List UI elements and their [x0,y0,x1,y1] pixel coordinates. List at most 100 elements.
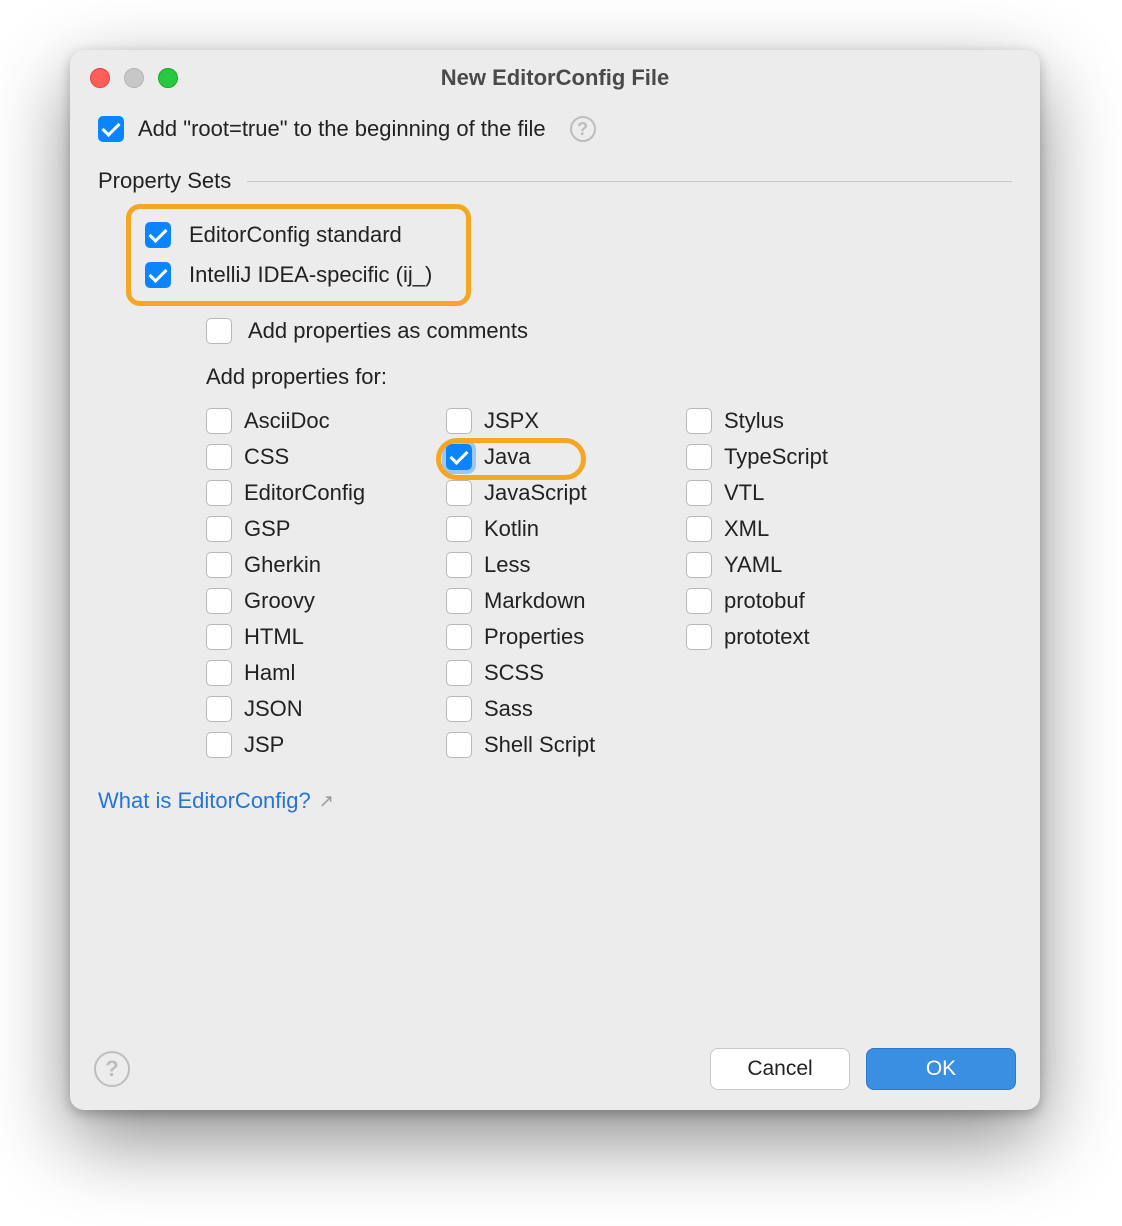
lang-editorconfig: EditorConfig [206,480,446,506]
what-is-editorconfig-link[interactable]: What is EditorConfig? ↗ [98,788,334,814]
checkbox-markdown[interactable] [446,588,472,614]
checkbox-javascript[interactable] [446,480,472,506]
lang-kotlin: Kotlin [446,516,686,542]
language-grid: AsciiDoc JSPX Stylus CSS Java TypeScript Edito… [206,408,1012,758]
lang-html: HTML [206,624,446,650]
lang-label: HTML [244,624,304,650]
checkbox-haml[interactable] [206,660,232,686]
checkbox-protobuf[interactable] [686,588,712,614]
lang-haml: Haml [206,660,446,686]
checkbox-editorconfig[interactable] [206,480,232,506]
footer-help-icon[interactable]: ? [94,1051,130,1087]
divider [247,181,1012,182]
lang-markdown: Markdown [446,588,686,614]
lang-label: Shell Script [484,732,595,758]
lang-prototext: prototext [686,624,926,650]
lang-label: JSP [244,732,284,758]
lang-shell-script: Shell Script [446,732,686,758]
lang-stylus: Stylus [686,408,926,434]
lang-xml: XML [686,516,926,542]
checkbox-stylus[interactable] [686,408,712,434]
checkbox-scss[interactable] [446,660,472,686]
section-label: Property Sets [98,168,231,194]
lang-json: JSON [206,696,446,722]
propset-editorconfig-standard: EditorConfig standard [141,215,436,255]
checkbox-editorconfig-standard[interactable] [145,222,171,248]
checkbox-groovy[interactable] [206,588,232,614]
lang-vtl: VTL [686,480,926,506]
lang-label: JSPX [484,408,539,434]
lang-gherkin: Gherkin [206,552,446,578]
lang-label: XML [724,516,769,542]
checkbox-json[interactable] [206,696,232,722]
cancel-button[interactable]: Cancel [710,1048,850,1090]
checkbox-yaml[interactable] [686,552,712,578]
checkbox-intellij-specific[interactable] [145,262,171,288]
property-sets-highlight: EditorConfig standard IntelliJ IDEA-spec… [126,204,471,306]
checkbox-gherkin[interactable] [206,552,232,578]
checkbox-typescript[interactable] [686,444,712,470]
lang-label: EditorConfig [244,480,365,506]
checkbox-as-comments[interactable] [206,318,232,344]
lang-label: YAML [724,552,782,578]
lang-yaml: YAML [686,552,926,578]
checkbox-sass[interactable] [446,696,472,722]
zoom-icon[interactable] [158,68,178,88]
link-text: What is EditorConfig? [98,788,311,814]
dialog: New EditorConfig File Add "root=true" to… [70,50,1040,1110]
lang-jsp: JSP [206,732,446,758]
checkbox-shell-script[interactable] [446,732,472,758]
titlebar: New EditorConfig File [70,50,1040,106]
checkbox-prototext[interactable] [686,624,712,650]
lang-label: protobuf [724,588,805,614]
checkbox-html[interactable] [206,624,232,650]
dialog-footer: ? Cancel OK [94,1048,1016,1090]
checkbox-css[interactable] [206,444,232,470]
property-sets-header: Property Sets [98,168,1012,194]
lang-label: Gherkin [244,552,321,578]
propset-label: IntelliJ IDEA-specific (ij_) [189,262,432,288]
as-comments-row: Add properties as comments [206,318,1012,344]
close-icon[interactable] [90,68,110,88]
lang-java: Java [446,444,686,470]
as-comments-label: Add properties as comments [248,318,528,344]
lang-gsp: GSP [206,516,446,542]
dialog-body: Add "root=true" to the beginning of the … [70,106,1040,814]
propset-label: EditorConfig standard [189,222,402,248]
checkbox-java[interactable] [446,444,472,470]
lang-asciidoc: AsciiDoc [206,408,446,434]
lang-label: GSP [244,516,290,542]
lang-label: Stylus [724,408,784,434]
root-checkbox-label: Add "root=true" to the beginning of the … [138,116,546,142]
checkbox-properties[interactable] [446,624,472,650]
lang-less: Less [446,552,686,578]
checkbox-less[interactable] [446,552,472,578]
checkbox-xml[interactable] [686,516,712,542]
checkbox-gsp[interactable] [206,516,232,542]
lang-css: CSS [206,444,446,470]
lang-empty [686,732,926,758]
propset-intellij-specific: IntelliJ IDEA-specific (ij_) [141,255,436,295]
checkbox-jsp[interactable] [206,732,232,758]
checkbox-asciidoc[interactable] [206,408,232,434]
external-link-icon: ↗ [319,791,334,812]
root-checkbox[interactable] [98,116,124,142]
lang-label: Haml [244,660,295,686]
lang-properties: Properties [446,624,686,650]
help-icon[interactable]: ? [570,116,596,142]
ok-button[interactable]: OK [866,1048,1016,1090]
lang-label: Kotlin [484,516,539,542]
lang-label: Markdown [484,588,585,614]
lang-javascript: JavaScript [446,480,686,506]
checkbox-jspx[interactable] [446,408,472,434]
lang-label: TypeScript [724,444,828,470]
lang-label: Less [484,552,530,578]
lang-label: AsciiDoc [244,408,330,434]
lang-typescript: TypeScript [686,444,926,470]
dialog-title: New EditorConfig File [70,65,1040,91]
minimize-icon[interactable] [124,68,144,88]
checkbox-kotlin[interactable] [446,516,472,542]
lang-scss: SCSS [446,660,686,686]
checkbox-vtl[interactable] [686,480,712,506]
lang-label: Java [484,444,530,470]
